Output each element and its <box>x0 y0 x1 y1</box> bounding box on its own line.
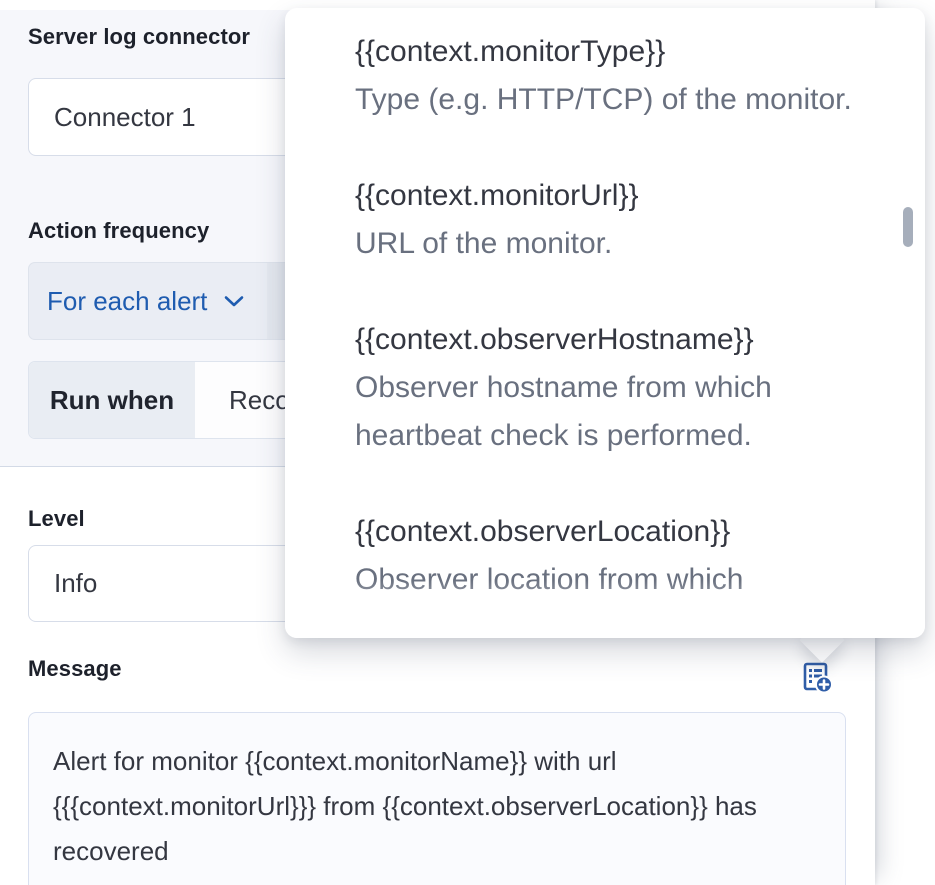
variable-description: Type (e.g. HTTP/TCP) of the monitor. <box>355 76 870 124</box>
connector-label: Server log connector <box>28 24 250 50</box>
variable-option[interactable]: {{context.monitorUrl}} URL of the monito… <box>355 172 870 268</box>
variable-option[interactable]: {{context.observerHostname}} Observer ho… <box>355 316 870 460</box>
variable-name: {{context.observerHostname}} <box>355 316 870 364</box>
variable-option[interactable]: {{context.monitorType}} Type (e.g. HTTP/… <box>355 28 870 124</box>
notify-when-button[interactable]: For each alert <box>29 286 245 317</box>
level-label: Level <box>28 506 85 532</box>
variable-name: {{context.observerLocation}} <box>355 508 870 556</box>
variable-option[interactable]: {{context.observerLocation}} Observer lo… <box>355 508 870 604</box>
variable-description: URL of the monitor. <box>355 220 870 268</box>
chevron-down-icon <box>223 294 245 308</box>
message-label: Message <box>28 656 122 682</box>
variable-description: Observer hostname from which heartbeat c… <box>355 364 870 460</box>
popover-scrollbar[interactable] <box>903 207 913 247</box>
message-textarea[interactable]: Alert for monitor {{context.monitorName}… <box>28 712 846 885</box>
variable-name: {{context.monitorUrl}} <box>355 172 870 220</box>
run-when-label: Run when <box>50 385 174 416</box>
variable-name: {{context.monitorType}} <box>355 28 870 76</box>
add-variable-icon <box>801 661 833 694</box>
variable-description: Observer location from which <box>355 556 870 604</box>
variables-popover: {{context.monitorType}} Type (e.g. HTTP/… <box>285 8 925 638</box>
notify-when-value: For each alert <box>47 286 207 317</box>
connector-select-value: Connector 1 <box>54 102 196 133</box>
level-select-value: Info <box>54 568 97 599</box>
run-when-label-segment[interactable]: Run when <box>29 362 195 438</box>
variable-list: {{context.monitorType}} Type (e.g. HTTP/… <box>285 8 925 604</box>
add-variable-button[interactable] <box>799 659 835 695</box>
action-frequency-label: Action frequency <box>28 218 209 244</box>
